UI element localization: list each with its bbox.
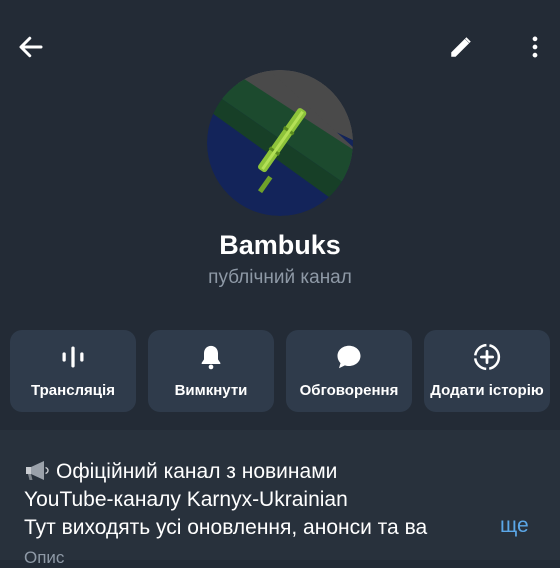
description-line-1: Офіційний канал з новинами	[24, 458, 560, 486]
pencil-icon	[451, 37, 471, 57]
arrow-left-icon	[19, 36, 43, 58]
description-line-2: YouTube-каналу Karnyx-Ukrainian	[24, 488, 348, 511]
live-stream-icon	[62, 346, 84, 368]
back-button[interactable]	[12, 28, 50, 66]
more-vertical-icon	[532, 36, 538, 58]
add-story-icon	[473, 343, 501, 371]
add-story-label: Додати історію	[430, 382, 544, 399]
chat-bubble-icon	[337, 345, 361, 369]
add-story-button[interactable]: Додати історію	[424, 330, 550, 412]
bell-icon	[201, 345, 221, 370]
megaphone-icon	[26, 461, 49, 480]
description-label: Опис	[24, 548, 65, 567]
live-stream-label: Трансляція	[31, 382, 115, 399]
description-panel: Офіційний канал з новинами YouTube-канал…	[0, 430, 560, 560]
mute-button[interactable]: Вимкнути	[148, 330, 274, 412]
description-fade	[430, 514, 560, 542]
mute-label: Вимкнути	[174, 382, 248, 399]
channel-name: Bambuks	[219, 230, 341, 260]
more-options-button[interactable]	[516, 28, 554, 66]
channel-type: публічний канал	[208, 267, 352, 288]
discussion-label: Обговорення	[299, 382, 399, 399]
edit-button[interactable]	[442, 28, 480, 66]
show-more-link[interactable]: ще	[500, 514, 529, 538]
bamboo-logo-image	[207, 70, 353, 216]
action-buttons: Трансляція Вимкнути Обговорення Додати і…	[10, 330, 550, 412]
live-stream-button[interactable]: Трансляція	[10, 330, 136, 412]
channel-avatar[interactable]	[207, 70, 353, 216]
description-line-1-text: Офіційний канал з новинами	[56, 460, 338, 483]
discussion-button[interactable]: Обговорення	[286, 330, 412, 412]
